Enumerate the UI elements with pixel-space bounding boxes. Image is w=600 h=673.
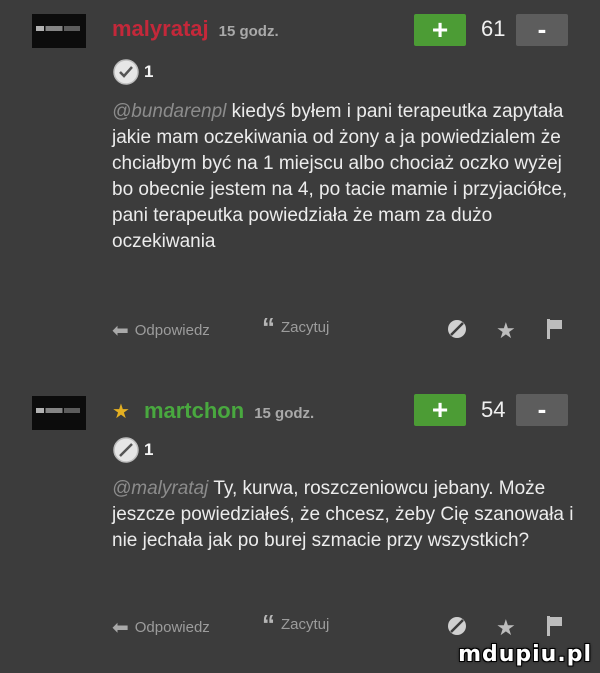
comment-2-upvote-button[interactable]: + xyxy=(414,394,466,426)
reply-arrow-icon: ⬅ xyxy=(112,617,129,639)
comment-2-badge: 1 xyxy=(112,436,153,464)
comment-2-reply-label: Odpowiedz xyxy=(134,619,210,636)
comment-1-badge: 1 xyxy=(112,58,153,86)
watermark: mdupiu.pl xyxy=(458,642,592,667)
comment-1-text: kiedyś byłem i pani terapeutka zapytała … xyxy=(112,101,568,252)
comment-1-avatar[interactable] xyxy=(32,14,86,48)
flag-icon xyxy=(547,319,562,339)
star-icon: ★ xyxy=(112,401,130,423)
comment-2-block-button[interactable] xyxy=(446,615,468,637)
badge-icon xyxy=(113,59,139,85)
comment-2-reply-button[interactable]: ⬅ Odpowiedz xyxy=(112,615,210,640)
star-icon: ★ xyxy=(496,318,516,343)
comment-1-author[interactable]: malyrataj xyxy=(112,16,209,42)
comment-2-header: ★ martchon 15 godz. xyxy=(112,398,314,424)
comment-2-body: @malyrataj Ty, kurwa, roszczeniowcu jeba… xyxy=(112,476,574,554)
comment-2-time: 15 godz. xyxy=(254,405,315,422)
comment-2-score: 54 xyxy=(481,397,506,422)
comment-1-block-button[interactable] xyxy=(446,318,468,340)
block-icon xyxy=(448,617,466,635)
comment-1-favorite-button[interactable]: ★ xyxy=(496,318,516,344)
comment-1-time: 15 godz. xyxy=(218,23,279,40)
comment-2-badge-count: 1 xyxy=(144,440,154,459)
comment-1-score: 61 xyxy=(481,16,506,41)
comment-1-actions: ⬅ Odpowiedz “ Zacytuj ★ xyxy=(112,312,578,344)
comment-1-body: @bundarenpl kiedyś byłem i pani terapeut… xyxy=(112,99,574,255)
comment-1-header: malyrataj 15 godz. xyxy=(112,16,279,42)
comment-2-author[interactable]: martchon xyxy=(144,398,244,424)
reply-arrow-icon: ⬅ xyxy=(112,320,129,342)
quote-icon: “ xyxy=(262,312,275,342)
comment-1-downvote-button[interactable]: - xyxy=(516,14,568,46)
comment-1-quote-label: Zacytuj xyxy=(281,318,330,336)
badge-icon xyxy=(113,437,139,463)
comment-2-favorite-button[interactable]: ★ xyxy=(496,615,516,641)
comment-2-quote-label: Zacytuj xyxy=(281,615,330,633)
comment-1-quote-button[interactable]: “ Zacytuj xyxy=(262,312,330,342)
comment-2-avatar[interactable] xyxy=(32,396,86,430)
quote-icon: “ xyxy=(262,609,275,639)
comment-2-report-button[interactable] xyxy=(546,615,564,637)
comment-2-downvote-button[interactable]: - xyxy=(516,394,568,426)
flag-icon xyxy=(547,616,562,636)
comment-1-reply-button[interactable]: ⬅ Odpowiedz xyxy=(112,318,210,343)
comment-2-mention[interactable]: @malyrataj xyxy=(112,478,208,499)
comment-1-reply-label: Odpowiedz xyxy=(134,322,210,339)
comment-2-actions: ⬅ Odpowiedz “ Zacytuj ★ xyxy=(112,609,578,641)
comment-1-report-button[interactable] xyxy=(546,318,564,340)
block-icon xyxy=(448,320,466,338)
comment-1-mention[interactable]: @bundarenpl xyxy=(112,101,226,122)
star-icon: ★ xyxy=(496,615,516,640)
comment-2-quote-button[interactable]: “ Zacytuj xyxy=(262,609,330,639)
comment-1-badge-count: 1 xyxy=(144,62,154,81)
comment-1-upvote-button[interactable]: + xyxy=(414,14,466,46)
